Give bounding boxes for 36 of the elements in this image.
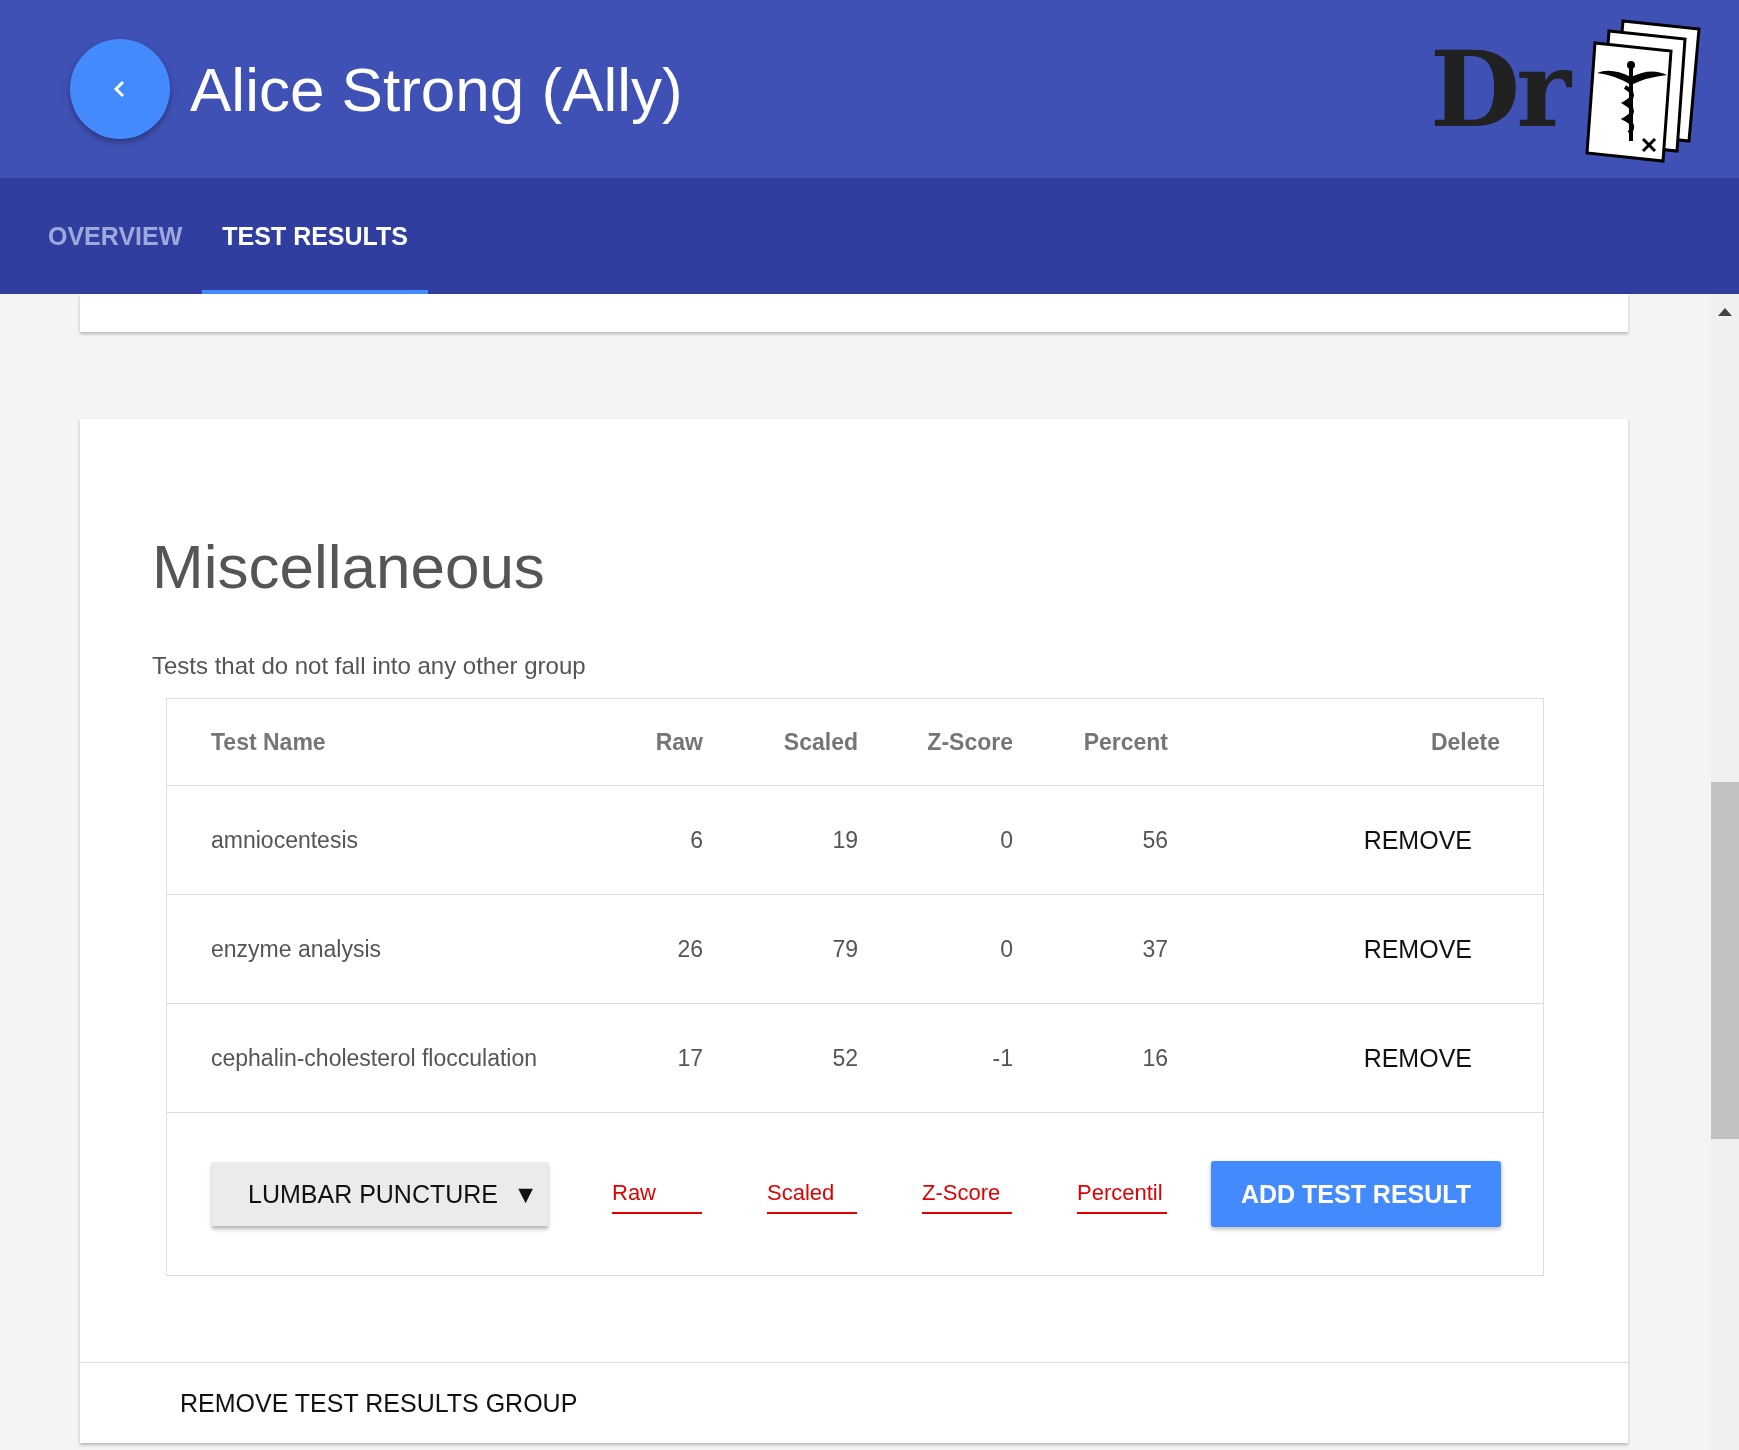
test-select[interactable]: LUMBAR PUNCTURE ▼ xyxy=(212,1162,548,1226)
scroll-up-icon[interactable] xyxy=(1718,308,1732,316)
table-cell-text: 37 xyxy=(1141,935,1168,963)
dropdown-arrow: ▼ xyxy=(513,1179,538,1209)
patient-name: Alice Strong (Ally) xyxy=(190,53,684,125)
column-header: Percent xyxy=(1082,728,1168,756)
column-header: Z-Score xyxy=(926,728,1013,756)
column-header: Delete xyxy=(1429,728,1500,756)
table-cell-text: enzyme analysis xyxy=(211,935,383,963)
remove-group-button[interactable]: REMOVE TEST RESULTS GROUP xyxy=(180,1382,578,1424)
table-cell-text: -1 xyxy=(991,1044,1013,1072)
column-header: Scaled xyxy=(782,728,858,756)
remove-button[interactable]: REMOVE xyxy=(1335,817,1500,863)
table-cell-text: 17 xyxy=(676,1044,703,1072)
table-cell-text: amniocentesis xyxy=(211,826,360,854)
table-cell-text: 0 xyxy=(999,826,1013,854)
table-cell-text: 6 xyxy=(689,826,703,854)
tab[interactable]: OVERVIEW xyxy=(28,178,203,294)
remove-button[interactable]: REMOVE xyxy=(1335,1035,1500,1081)
table-cell-text: 26 xyxy=(676,935,703,963)
scrollbar[interactable] xyxy=(1711,294,1739,1450)
column-header: Raw xyxy=(654,728,703,756)
table-cell-text: 79 xyxy=(831,935,858,963)
select-value: LUMBAR PUNCTURE xyxy=(248,1179,499,1209)
table-cell-text: 19 xyxy=(831,826,858,854)
table-cell-text: 56 xyxy=(1141,826,1168,854)
table-cell-text: 16 xyxy=(1141,1044,1168,1072)
group-title: Miscellaneous xyxy=(152,531,546,602)
scrollbar-thumb[interactable] xyxy=(1711,782,1739,1139)
table-cell-text: 0 xyxy=(999,935,1013,963)
group-description: Tests that do not fall into any other group xyxy=(152,652,587,680)
back-button[interactable] xyxy=(70,39,170,139)
remove-button[interactable]: REMOVE xyxy=(1335,926,1500,972)
table-cell-text: cephalin-cholesterol flocculation xyxy=(211,1044,539,1072)
table-cell-text: 52 xyxy=(831,1044,858,1072)
column-header: Test Name xyxy=(211,728,327,756)
